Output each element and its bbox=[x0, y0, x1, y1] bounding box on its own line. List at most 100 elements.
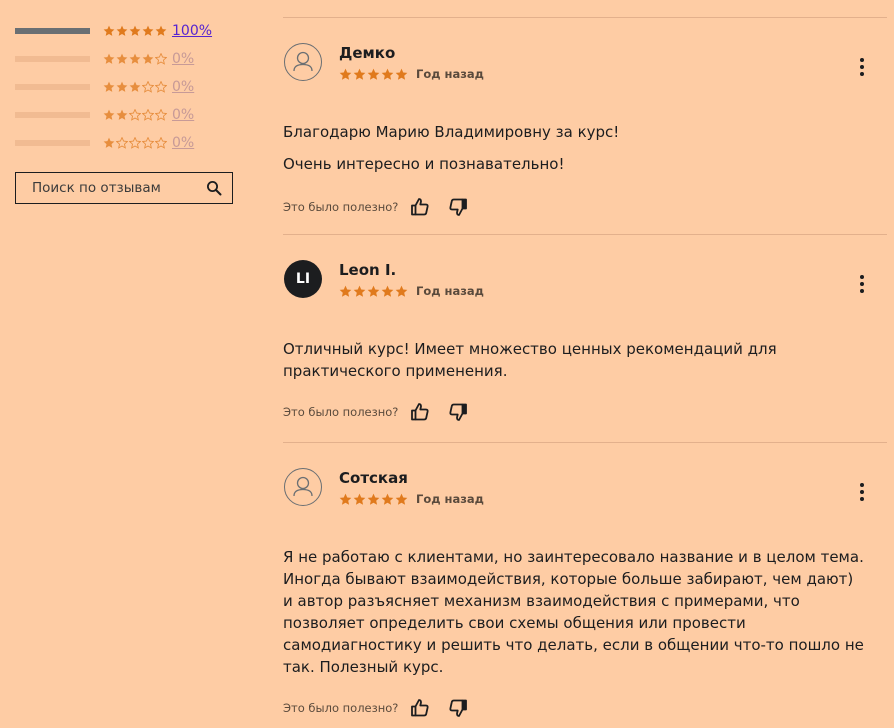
star-empty-icon bbox=[155, 109, 167, 121]
star-rating bbox=[103, 25, 167, 37]
thumbs-up-icon[interactable] bbox=[409, 401, 431, 423]
star-filled-icon bbox=[142, 53, 154, 65]
star-filled-icon bbox=[353, 493, 366, 506]
review-paragraph: Я не работаю с клиентами, но заинтересов… bbox=[283, 548, 864, 676]
star-filled-icon bbox=[103, 109, 115, 121]
star-filled-icon bbox=[353, 285, 366, 298]
star-filled-icon bbox=[129, 53, 141, 65]
star-rating bbox=[103, 137, 167, 149]
star-empty-icon bbox=[142, 137, 154, 149]
helpful-section: Это было полезно? bbox=[283, 392, 887, 432]
thumbs-up-icon[interactable] bbox=[409, 196, 431, 218]
rating-percent-link[interactable]: 0% bbox=[172, 51, 194, 67]
review-text: Отличный курс! Имеет множество ценных ре… bbox=[283, 338, 887, 382]
reviewer-name: Демко bbox=[339, 44, 396, 62]
helpful-section: Это было полезно? bbox=[283, 187, 887, 227]
rating-percent-link[interactable]: 100% bbox=[172, 23, 212, 39]
review-star-rating bbox=[339, 68, 408, 81]
star-filled-icon bbox=[339, 68, 352, 81]
user-avatar-initials: LI bbox=[284, 260, 322, 298]
star-filled-icon bbox=[155, 25, 167, 37]
more-options-icon[interactable] bbox=[859, 483, 865, 503]
rating-bar bbox=[15, 56, 90, 62]
star-filled-icon bbox=[395, 493, 408, 506]
star-empty-icon bbox=[142, 81, 154, 93]
rating-bar bbox=[15, 28, 90, 34]
helpful-label: Это было полезно? bbox=[283, 405, 399, 419]
star-filled-icon bbox=[103, 53, 115, 65]
thumbs-down-icon[interactable] bbox=[447, 196, 469, 218]
review-search-input[interactable] bbox=[16, 179, 206, 197]
user-avatar-icon bbox=[284, 43, 322, 81]
rating-percent-link[interactable]: 0% bbox=[172, 79, 194, 95]
star-filled-icon bbox=[381, 285, 394, 298]
star-filled-icon bbox=[116, 109, 128, 121]
star-filled-icon bbox=[103, 81, 115, 93]
rating-bar-fill bbox=[15, 28, 90, 34]
review-date: Год назад bbox=[416, 492, 484, 506]
star-empty-icon bbox=[155, 53, 167, 65]
star-filled-icon bbox=[381, 68, 394, 81]
review-search-box bbox=[15, 172, 233, 204]
star-filled-icon bbox=[367, 493, 380, 506]
star-filled-icon bbox=[395, 68, 408, 81]
user-avatar-icon bbox=[284, 468, 322, 506]
star-filled-icon bbox=[353, 68, 366, 81]
review-text: Благодарю Марию Владимировну за курс! Оч… bbox=[283, 121, 887, 175]
rating-row-3[interactable]: 0% bbox=[15, 73, 235, 101]
reviewer-name: Сотская bbox=[339, 469, 408, 487]
star-empty-icon bbox=[129, 109, 141, 121]
star-filled-icon bbox=[129, 81, 141, 93]
helpful-section: Это было полезно? bbox=[283, 688, 887, 728]
star-empty-icon bbox=[155, 81, 167, 93]
star-filled-icon bbox=[116, 25, 128, 37]
star-empty-icon bbox=[155, 137, 167, 149]
reviews-list: Демко Год назад Благодарю Марию Владимир… bbox=[283, 17, 887, 717]
rating-percent-link[interactable]: 0% bbox=[172, 135, 194, 151]
star-filled-icon bbox=[367, 285, 380, 298]
star-filled-icon bbox=[116, 53, 128, 65]
star-filled-icon bbox=[395, 285, 408, 298]
review-star-rating bbox=[339, 285, 408, 298]
review-card: Демко Год назад Благодарю Марию Владимир… bbox=[283, 17, 887, 234]
rating-row-2[interactable]: 0% bbox=[15, 101, 235, 129]
thumbs-down-icon[interactable] bbox=[447, 697, 469, 719]
rating-row-4[interactable]: 0% bbox=[15, 45, 235, 73]
rating-row-1[interactable]: 0% bbox=[15, 129, 235, 157]
star-empty-icon bbox=[142, 109, 154, 121]
rating-bar bbox=[15, 84, 90, 90]
review-paragraph: Благодарю Марию Владимировну за курс! bbox=[283, 123, 620, 141]
star-filled-icon bbox=[339, 285, 352, 298]
star-filled-icon bbox=[367, 68, 380, 81]
thumbs-down-icon[interactable] bbox=[447, 401, 469, 423]
star-rating bbox=[103, 81, 167, 93]
star-empty-icon bbox=[116, 137, 128, 149]
helpful-label: Это было полезно? bbox=[283, 701, 399, 715]
star-filled-icon bbox=[142, 25, 154, 37]
star-filled-icon bbox=[339, 493, 352, 506]
thumbs-up-icon[interactable] bbox=[409, 697, 431, 719]
star-empty-icon bbox=[129, 137, 141, 149]
rating-percent-link[interactable]: 0% bbox=[172, 107, 194, 123]
more-options-icon[interactable] bbox=[859, 58, 865, 78]
helpful-label: Это было полезно? bbox=[283, 200, 399, 214]
more-options-icon[interactable] bbox=[859, 275, 865, 295]
star-filled-icon bbox=[103, 137, 115, 149]
reviewer-name: Leon I. bbox=[339, 261, 397, 279]
search-icon[interactable] bbox=[206, 180, 222, 196]
star-filled-icon bbox=[116, 81, 128, 93]
star-filled-icon bbox=[103, 25, 115, 37]
review-date: Год назад bbox=[416, 284, 484, 298]
star-filled-icon bbox=[381, 493, 394, 506]
rating-row-5[interactable]: 100% bbox=[15, 17, 235, 45]
review-text: Я не работаю с клиентами, но заинтересов… bbox=[283, 546, 887, 678]
review-paragraph: Отличный курс! Имеет множество ценных ре… bbox=[283, 340, 777, 380]
review-star-rating bbox=[339, 493, 408, 506]
rating-bar bbox=[15, 112, 90, 118]
review-paragraph: Очень интересно и познавательно! bbox=[283, 155, 565, 173]
review-card: LI Leon I. Год назад Отличный курс! Имее… bbox=[283, 234, 887, 442]
rating-bar bbox=[15, 140, 90, 146]
star-filled-icon bbox=[129, 25, 141, 37]
rating-breakdown: 100% 0% 0% 0% 0% bbox=[15, 17, 235, 157]
review-date: Год назад bbox=[416, 67, 484, 81]
